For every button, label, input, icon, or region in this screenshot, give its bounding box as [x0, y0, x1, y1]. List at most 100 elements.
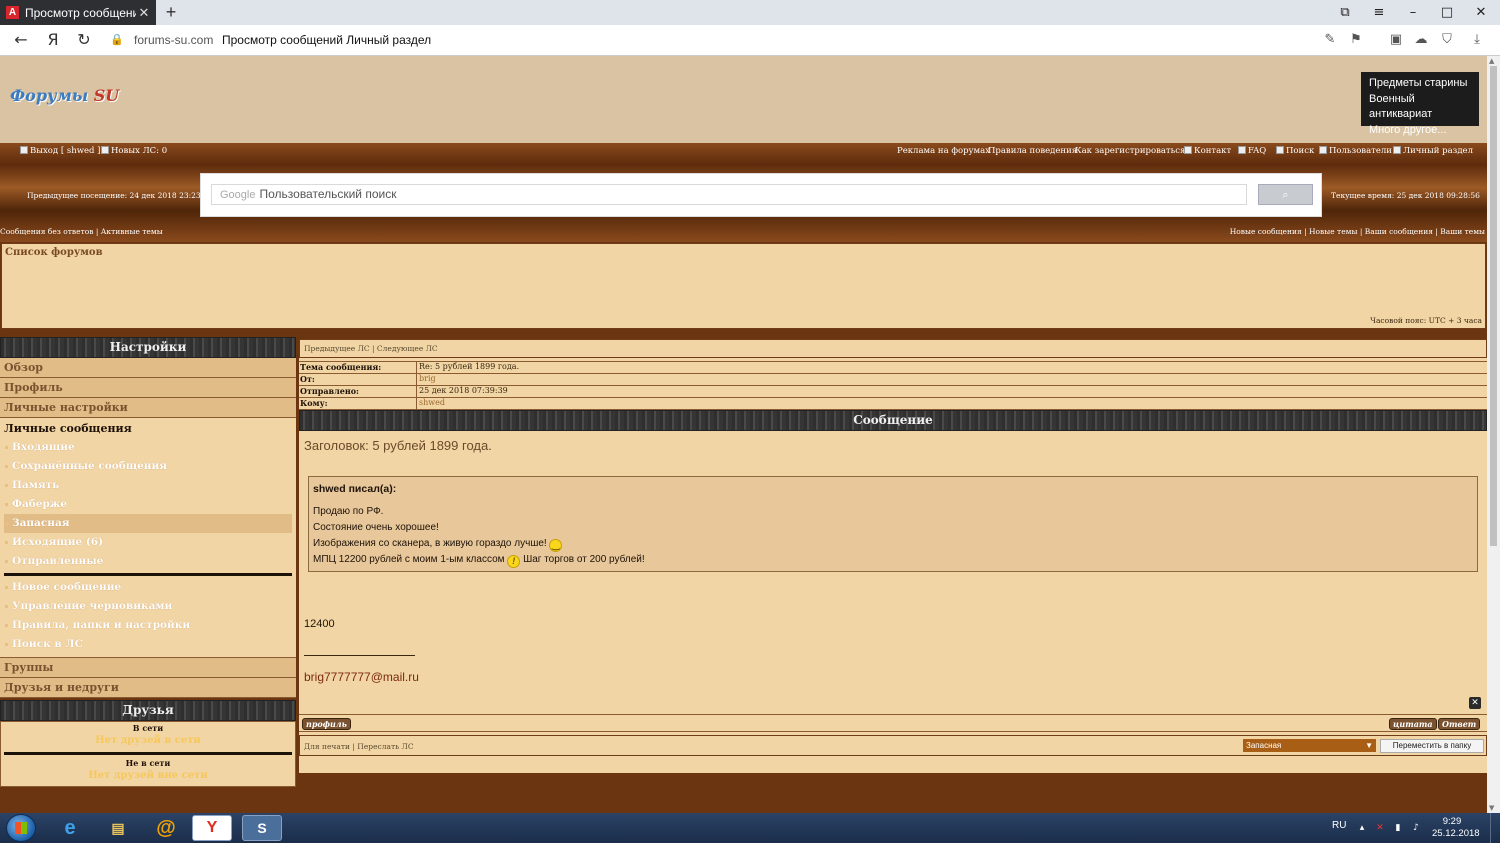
settings-sidebar: Настройки Обзор Профиль Личные настройки… — [0, 337, 296, 787]
skype-icon[interactable]: S — [242, 815, 282, 841]
network-warning-icon[interactable]: ✕ — [1374, 822, 1386, 834]
scroll-thumb[interactable] — [1490, 66, 1497, 546]
maximize-icon[interactable]: □ — [1430, 0, 1464, 25]
yandex-y-icon[interactable]: Я — [42, 29, 64, 51]
users-icon — [1319, 146, 1327, 154]
sidebar-item-overview[interactable]: Обзор — [0, 358, 296, 378]
pm-rules-folders[interactable]: Правила, папки и настройки — [4, 616, 292, 635]
browser-tab[interactable]: A Просмотр сообщений / ✕ — [0, 0, 156, 25]
pm-section-title[interactable]: Личные сообщения — [4, 420, 292, 438]
timezone-note: Часовой пояс: UTC + 3 часа — [1370, 316, 1482, 325]
top-links: Выход [ shwed ] Новых ЛС: 0 Реклама на ф… — [0, 146, 1487, 160]
signature-divider — [304, 655, 415, 656]
new-pm-link[interactable]: Новых ЛС: 0 — [101, 146, 167, 156]
site-logo[interactable]: Форумы SU — [10, 86, 119, 105]
site-info-icon[interactable]: 🔒 — [106, 29, 128, 51]
cloud-extension-icon[interactable]: ☁ — [1412, 31, 1430, 49]
yandex-browser-icon[interactable]: Y — [192, 815, 232, 841]
explorer-icon[interactable]: ▤ — [98, 815, 138, 841]
back-icon[interactable]: ← — [10, 29, 32, 51]
move-to-folder-button[interactable]: Переместить в папку — [1380, 739, 1484, 753]
ad-banner[interactable]: Предметы старины Военный антиквариат Мно… — [1361, 72, 1479, 136]
language-indicator[interactable]: RU — [1332, 820, 1346, 831]
signature-email: brig7777777@mail.ru — [304, 670, 419, 684]
window-pin-icon[interactable]: ⧉ — [1328, 0, 1362, 25]
pm-folder-faberge[interactable]: Фаберже — [4, 495, 292, 514]
profile-button[interactable]: профиль — [302, 718, 351, 730]
search-button[interactable]: ⌕ — [1258, 184, 1313, 205]
show-desktop-button[interactable] — [1490, 813, 1500, 843]
sender-link[interactable]: brig — [417, 374, 1487, 385]
pm-search[interactable]: Поиск в ЛС — [4, 635, 292, 654]
sidebar-item-groups[interactable]: Группы — [0, 658, 296, 678]
rules-link[interactable]: Правила поведения — [988, 146, 1077, 156]
url-page-title[interactable]: Просмотр сообщений Личный раздел — [222, 33, 431, 47]
pm-folder-inbox[interactable]: Входящие — [4, 438, 292, 457]
page-scrollbar[interactable]: ▲ ▼ — [1487, 56, 1500, 813]
users-link[interactable]: Пользователи — [1319, 146, 1392, 156]
pm-folder-saved[interactable]: Сохранённые сообщения — [4, 457, 292, 476]
delete-message-icon[interactable]: ✕ — [1469, 697, 1481, 709]
system-clock[interactable]: 9:29 25.12.2018 — [1432, 816, 1480, 840]
ie-icon[interactable]: e — [50, 815, 90, 841]
minimize-icon[interactable]: – — [1396, 0, 1430, 25]
pen-icon[interactable]: ✎ — [1321, 31, 1339, 49]
register-help-link[interactable]: Как зарегистрироваться? — [1075, 146, 1190, 156]
forum-list-link[interactable]: Список форумов — [5, 247, 103, 258]
folder-select-value: Запасная — [1246, 741, 1282, 750]
unanswered-active-links[interactable]: Сообщения без ответов | Активные темы — [0, 227, 163, 236]
faq-link[interactable]: FAQ — [1238, 146, 1266, 156]
folder-select[interactable]: Запасная ▼ — [1243, 739, 1376, 752]
field-label: Кому: — [299, 398, 417, 409]
camera-extension-icon[interactable]: ▣ — [1387, 31, 1405, 49]
contact-link[interactable]: Контакт — [1184, 146, 1231, 156]
start-button[interactable] — [6, 814, 36, 842]
recipient-link[interactable]: shwed — [417, 398, 1487, 409]
bookmark-icon[interactable]: ⚑ — [1347, 31, 1365, 49]
mail-agent-icon[interactable]: @ — [146, 815, 186, 841]
pm-folder-outbox[interactable]: Исходящие (6) — [4, 533, 292, 552]
search-input[interactable]: Google Пользовательский поиск — [211, 184, 1247, 205]
offline-empty-text: Нет друзей вне сети — [88, 770, 208, 781]
quote-button[interactable]: цитата — [1389, 718, 1437, 730]
shield-icon[interactable]: ⛉ — [1438, 31, 1456, 49]
reply-button[interactable]: Ответ — [1438, 718, 1481, 730]
print-forward-links[interactable]: Для печати | Переслать ЛС — [304, 742, 414, 751]
logout-link[interactable]: Выход [ shwed ] — [20, 146, 100, 156]
field-value: 25 дек 2018 07:39:39 — [419, 386, 508, 395]
ads-link[interactable]: Реклама на форумах — [897, 146, 990, 156]
pm-folder-memory[interactable]: Память — [4, 476, 292, 495]
bullet-icon — [5, 560, 8, 563]
pm-drafts[interactable]: Управление черновиками — [4, 597, 292, 616]
new-tab-button[interactable]: + — [160, 1, 182, 23]
pm-folder-spare[interactable]: Запасная — [4, 514, 292, 533]
volume-icon[interactable]: ♪ — [1410, 822, 1422, 834]
sidebar-item-profile[interactable]: Профиль — [0, 378, 296, 398]
tray-expand-icon[interactable]: ▴ — [1356, 822, 1368, 834]
quote-line: МПЦ 12200 рублей с моим 1-ым классом ! Ш… — [313, 554, 645, 568]
personal-section-link[interactable]: Личный раздел — [1393, 146, 1473, 156]
online-empty-text: Нет друзей в сети — [95, 735, 201, 746]
sidebar-item-personal-settings[interactable]: Личные настройки — [0, 398, 296, 418]
pm-pager[interactable]: Предыдущее ЛС | Следующее ЛС — [299, 339, 1487, 358]
forum-list-panel: Список форумов Часовой пояс: UTC + 3 час… — [1, 243, 1486, 329]
pm-folder-sent[interactable]: Отправленные — [4, 552, 292, 571]
smile-icon: ‿ — [549, 539, 563, 552]
scroll-up-icon[interactable]: ▲ — [1489, 57, 1494, 65]
quote-block: shwed писал(а): Продаю по РФ. Состояние … — [308, 476, 1478, 572]
new-posts-links[interactable]: Новые сообщения | Новые темы | Ваши сооб… — [1230, 227, 1485, 236]
pm-new-message[interactable]: Новое сообщение — [4, 578, 292, 597]
window-close-icon[interactable]: ✕ — [1464, 0, 1498, 25]
search-link[interactable]: Поиск — [1276, 146, 1314, 156]
sidebar-item-friends-foes[interactable]: Друзья и недруги — [0, 678, 296, 698]
tab-close-icon[interactable]: ✕ — [136, 5, 152, 21]
scroll-down-icon[interactable]: ▼ — [1489, 804, 1494, 812]
reload-icon[interactable]: ↻ — [73, 29, 95, 51]
download-icon[interactable]: ⤓ — [1468, 31, 1486, 49]
browser-menu-icon[interactable]: ≡ — [1362, 0, 1396, 25]
bullet-icon — [5, 624, 8, 627]
signal-icon[interactable]: ▮ — [1392, 822, 1404, 834]
ad-line: Предметы старины — [1369, 77, 1468, 89]
sub-links: Сообщения без ответов | Активные темы Но… — [0, 227, 1487, 239]
url-domain[interactable]: forums-su.com — [134, 33, 213, 47]
